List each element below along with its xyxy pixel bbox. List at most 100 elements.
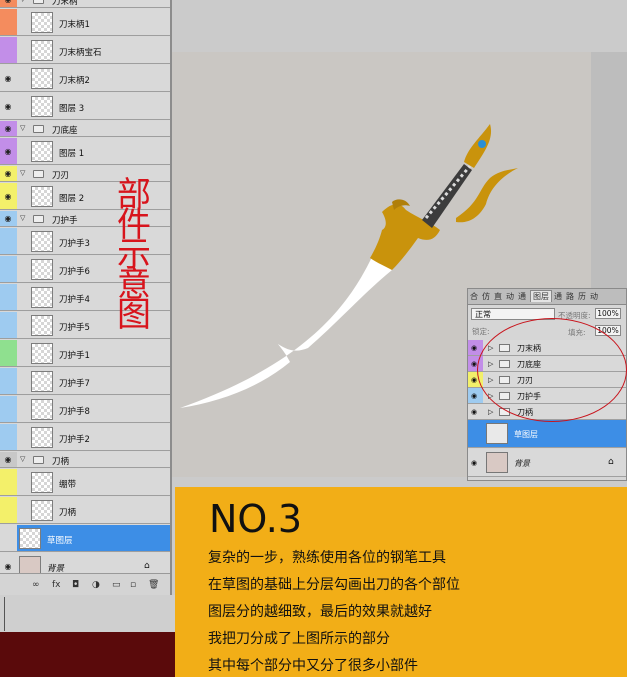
delete-layer-icon[interactable]: 🗑 [148, 580, 159, 590]
panel-tabs: 合仿直动通图层通路历动 [468, 289, 626, 305]
folder-icon [33, 0, 44, 4]
layer-mask-icon[interactable]: ◘ [72, 580, 79, 590]
layer-thumbnail [31, 40, 53, 61]
expand-triangle-icon[interactable]: ▽ [20, 169, 25, 177]
visibility-eye-icon[interactable]: ◉ [3, 456, 13, 464]
layer-row[interactable]: 草图层 [468, 420, 626, 448]
layer-row[interactable]: 刀末柄宝石 [0, 37, 170, 64]
new-group-icon[interactable]: ▭ [112, 580, 121, 590]
visibility-eye-icon[interactable]: ◉ [3, 192, 13, 200]
panel-tab[interactable]: 动 [590, 291, 598, 302]
layer-thumbnail [31, 287, 53, 308]
panel-tab[interactable]: 仿 [482, 291, 490, 302]
folder-icon [33, 215, 44, 223]
layer-thumbnail [31, 12, 53, 33]
layer-color-tag [0, 256, 17, 282]
layer-row[interactable]: 刀护手8 [0, 396, 170, 423]
layer-name: 刀护手2 [59, 435, 90, 445]
visibility-eye-icon[interactable]: ◉ [3, 215, 13, 223]
step-title: NO.3 [209, 497, 303, 541]
layer-color-tag [0, 228, 17, 254]
visibility-eye-icon[interactable]: ◉ [3, 562, 13, 570]
layer-name: 刀护手6 [59, 267, 90, 277]
panel-tab[interactable]: 通 [554, 291, 562, 302]
expand-triangle-icon[interactable]: ▷ [488, 408, 493, 416]
expand-triangle-icon[interactable]: ▽ [20, 214, 25, 222]
layer-row[interactable]: ◉ 刀末柄2 [0, 65, 170, 92]
sword-blade [180, 257, 392, 408]
visibility-eye-icon[interactable]: ◉ [3, 125, 13, 133]
visibility-eye-icon[interactable]: ◉ [3, 74, 13, 82]
parts-diagram-annotation: 部 件 示 意 图 [114, 178, 154, 332]
layer-group-row[interactable]: ◉ ▽ 刀末柄 [0, 0, 170, 8]
panel-tab[interactable]: 通 [518, 291, 526, 302]
visibility-eye-icon[interactable]: ◉ [471, 377, 477, 384]
panel-tab[interactable]: 合 [470, 291, 478, 302]
layer-row[interactable]: 刀护手1 [0, 340, 170, 367]
panel-tab[interactable]: 动 [506, 291, 514, 302]
layer-name: 刀底座 [52, 126, 78, 136]
visibility-eye-icon[interactable]: ◉ [471, 459, 477, 467]
layer-name: 刀护手 [52, 216, 78, 226]
tab-layers[interactable]: 图层 [530, 290, 552, 302]
opacity-input[interactable]: 100% [595, 308, 621, 319]
layer-row[interactable]: 刀柄 [0, 497, 170, 524]
layer-name: 刀末柄 [52, 0, 78, 7]
lock-label: 锁定: [472, 327, 490, 336]
layer-name: 绷带 [59, 480, 77, 490]
expand-triangle-icon[interactable]: ▽ [20, 124, 25, 132]
layer-thumbnail [31, 399, 53, 420]
panel-tab[interactable]: 历 [578, 291, 586, 302]
adjustment-layer-icon[interactable]: ◑ [92, 580, 100, 590]
panel-tab[interactable]: 路 [566, 291, 574, 302]
layer-color-tag [0, 424, 17, 450]
layer-name: 刀护手5 [59, 323, 90, 333]
layer-group-row[interactable]: ◉ ▽ 刀柄 [0, 452, 170, 468]
lock-icon: ⌂ [608, 457, 614, 467]
layer-name: 刀柄 [59, 508, 77, 518]
layer-name: 刀护手7 [59, 379, 90, 389]
visibility-eye-icon[interactable]: ◉ [3, 170, 13, 178]
layer-name: 背景 [514, 459, 530, 468]
visibility-eye-icon[interactable]: ◉ [471, 393, 477, 400]
visibility-eye-icon[interactable]: ◉ [471, 409, 477, 416]
layer-name: 刀柄 [52, 457, 70, 467]
link-layers-icon[interactable]: ∞ [32, 580, 40, 590]
ruler-area [0, 595, 175, 632]
layer-thumbnail [31, 186, 53, 207]
layer-color-tag [0, 368, 17, 394]
caption-line: 复杂的一步，熟练使用各位的钢笔工具 [208, 550, 446, 566]
caption-line: 图层分的越细致，最后的效果就越好 [208, 604, 432, 620]
layer-name: 刀护手3 [59, 239, 90, 249]
layer-row[interactable]: 刀护手7 [0, 368, 170, 395]
highlight-circle [477, 318, 627, 422]
layer-name: 刀护手4 [59, 295, 90, 305]
layer-name: 刀末柄2 [59, 76, 90, 86]
layer-thumbnail [31, 343, 53, 364]
layer-thumbnail [31, 141, 53, 162]
layer-style-icon[interactable]: fx [52, 580, 61, 590]
layer-row[interactable]: 背景 ◉ ⌂ [468, 449, 626, 477]
caption-box: NO.3 复杂的一步，熟练使用各位的钢笔工具 在草图的基础上分层勾画出刀的各个部… [175, 487, 627, 677]
visibility-eye-icon[interactable]: ◉ [3, 0, 13, 4]
visibility-eye-icon[interactable]: ◉ [3, 102, 13, 110]
layer-color-tag [0, 284, 17, 310]
layer-row[interactable]: 刀末柄1 [0, 9, 170, 36]
pommel-gem [478, 140, 486, 148]
layer-name: 草图层 [514, 430, 538, 439]
visibility-eye-icon[interactable]: ◉ [3, 147, 13, 155]
new-layer-icon[interactable]: ▫ [130, 580, 136, 590]
layer-color-tag [0, 37, 17, 63]
layer-row[interactable]: ◉ 图层 3 [0, 93, 170, 120]
layer-color-tag [0, 497, 17, 523]
expand-triangle-icon[interactable]: ▽ [20, 0, 25, 3]
expand-triangle-icon[interactable]: ▽ [20, 455, 25, 463]
layer-name: 图层 1 [59, 149, 85, 159]
layer-row[interactable]: 草图层 [0, 525, 170, 552]
layer-group-row[interactable]: ◉ ▽ 刀底座 [0, 121, 170, 137]
visibility-eye-icon[interactable]: ◉ [471, 345, 477, 352]
layer-row[interactable]: 刀护手2 [0, 424, 170, 451]
layer-row[interactable]: ◉ 图层 1 [0, 138, 170, 165]
layer-row[interactable]: 绷带 [0, 469, 170, 496]
panel-tab[interactable]: 直 [494, 291, 502, 302]
